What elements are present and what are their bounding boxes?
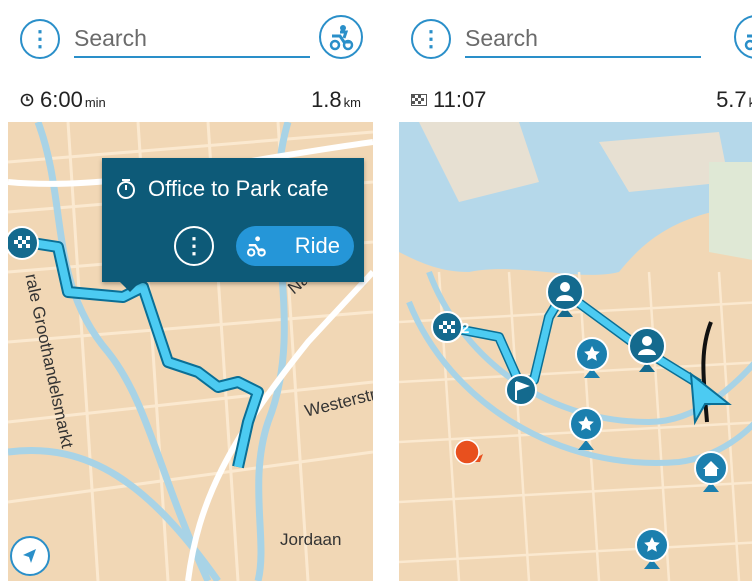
destination-marker[interactable] <box>431 311 463 343</box>
destination-marker[interactable] <box>8 226 39 260</box>
route-distance: 1.8 km <box>311 87 361 112</box>
scooter-icon <box>247 236 266 257</box>
search-input[interactable]: Search <box>465 22 701 58</box>
scooter-icon <box>744 34 752 51</box>
menu-button[interactable]: ⋮ <box>411 19 451 59</box>
route-distance: 5.7km <box>716 87 752 112</box>
route-summary-bar: 6:00 min 1.8 km <box>8 78 373 122</box>
vehicle-profile-button[interactable] <box>319 15 363 59</box>
menu-button[interactable]: ⋮ <box>20 19 60 59</box>
right-screen: ⋮ Search 11:07 5.7km <box>399 0 752 581</box>
timer-icon <box>117 179 135 199</box>
location-button[interactable] <box>10 536 50 576</box>
menu-icon: ⋮ <box>183 233 205 258</box>
navigation-arrow-icon <box>23 549 36 563</box>
top-bar: ⋮ Search <box>399 0 752 78</box>
checkered-flag-icon <box>14 236 30 248</box>
checkered-flag-icon <box>411 94 427 106</box>
route-popup: Office to Park cafe ⋮ Ride <box>102 158 364 282</box>
menu-icon: ⋮ <box>420 26 442 51</box>
top-bar: ⋮ Search <box>8 0 373 78</box>
district-label: Jordaan <box>280 530 342 549</box>
map-view[interactable]: 2 <box>399 122 752 581</box>
clock-icon <box>20 93 34 107</box>
vehicle-profile-button[interactable] <box>734 15 752 59</box>
arrival-time: 11:07 <box>433 87 487 112</box>
map-canvas <box>399 122 752 581</box>
search-input[interactable]: Search <box>74 22 310 58</box>
waypoint-flag-marker[interactable] <box>505 374 537 406</box>
menu-icon: ⋮ <box>29 26 51 51</box>
route-summary-bar: 11:07 5.7km <box>399 78 752 122</box>
left-screen: ⋮ Search 6:00 min 1.8 km rale Groothande… <box>8 0 373 581</box>
scooter-icon <box>329 25 354 51</box>
ride-button[interactable]: Ride <box>236 226 354 266</box>
route-name: Office to Park cafe <box>148 176 329 201</box>
travel-time: 6:00 min <box>40 87 106 112</box>
more-options-button[interactable]: ⋮ <box>174 226 214 266</box>
ride-label: Ride <box>294 233 340 258</box>
cluster-count: 2 <box>461 320 470 337</box>
checkered-flag-icon <box>439 321 455 333</box>
popup-pointer <box>118 280 142 292</box>
